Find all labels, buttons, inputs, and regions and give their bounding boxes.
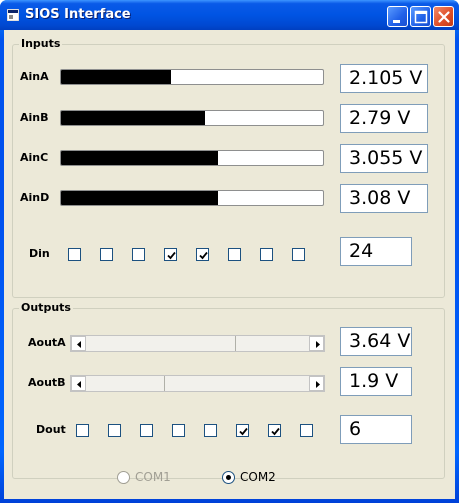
din-bit-6-checkbox[interactable] bbox=[260, 248, 273, 261]
ain-c-label: AinC bbox=[20, 151, 49, 164]
ain-c-bar-fill bbox=[61, 151, 219, 165]
ain-b-value: 2.79 V bbox=[340, 104, 428, 133]
ain-b-bar bbox=[60, 110, 324, 126]
dout-bit-7-checkbox[interactable] bbox=[300, 424, 313, 437]
dout-bit-5-checkbox[interactable] bbox=[236, 424, 249, 437]
ain-c-value: 3.055 V bbox=[340, 144, 428, 173]
check-icon bbox=[199, 251, 208, 260]
outputs-group: Outputs AoutA 3.64 V AoutB 1.9 V Dout 6 bbox=[12, 301, 445, 479]
dout-bit-2-checkbox[interactable] bbox=[140, 424, 153, 437]
dout-bit-1-checkbox[interactable] bbox=[108, 424, 121, 437]
ain-d-bar-fill bbox=[61, 191, 219, 205]
client-area: Inputs AinA 2.105 V AinB 2.79 V AinC 3.0… bbox=[4, 30, 455, 499]
dout-label: Dout bbox=[36, 423, 66, 436]
din-bit-3-checkbox[interactable] bbox=[164, 248, 177, 261]
aout-b-slider[interactable] bbox=[70, 375, 325, 392]
aout-a-left-arrow[interactable] bbox=[71, 336, 86, 351]
close-icon bbox=[438, 11, 450, 23]
aout-a-label: AoutA bbox=[28, 336, 66, 349]
minimize-button[interactable] bbox=[387, 6, 408, 27]
ain-a-bar-fill bbox=[61, 70, 172, 84]
ain-b-label: AinB bbox=[20, 111, 49, 124]
inputs-group-title: Inputs bbox=[19, 37, 63, 50]
check-icon bbox=[271, 427, 280, 436]
maximize-button[interactable] bbox=[410, 6, 431, 27]
minimize-icon bbox=[393, 20, 400, 23]
ain-d-label: AinD bbox=[20, 191, 50, 204]
din-bit-1-checkbox[interactable] bbox=[100, 248, 113, 261]
outputs-group-title: Outputs bbox=[19, 301, 73, 314]
dout-bit-3-checkbox[interactable] bbox=[172, 424, 185, 437]
maximize-icon bbox=[414, 10, 428, 24]
aout-b-left-arrow[interactable] bbox=[71, 376, 86, 391]
aout-b-label: AoutB bbox=[28, 376, 66, 389]
aout-a-slider[interactable] bbox=[70, 335, 325, 352]
din-label: Din bbox=[29, 247, 50, 260]
din-bit-7-checkbox[interactable] bbox=[292, 248, 305, 261]
dout-bit-6-checkbox[interactable] bbox=[268, 424, 281, 437]
com2-label: COM2 bbox=[240, 470, 276, 484]
dout-bit-4-checkbox[interactable] bbox=[204, 424, 217, 437]
window-title: SIOS Interface bbox=[25, 7, 131, 22]
aout-b-thumb[interactable] bbox=[164, 376, 166, 391]
aout-b-track[interactable] bbox=[86, 376, 309, 391]
dout-value: 6 bbox=[340, 415, 412, 444]
din-bit-4-checkbox[interactable] bbox=[196, 248, 209, 261]
ain-d-bar bbox=[60, 190, 324, 206]
ain-a-bar bbox=[60, 69, 324, 85]
com1-radio-circle[interactable] bbox=[117, 470, 130, 484]
ain-b-bar-fill bbox=[61, 111, 206, 125]
ain-d-value: 3.08 V bbox=[340, 184, 428, 213]
ain-a-value: 2.105 V bbox=[340, 64, 428, 93]
close-button[interactable] bbox=[433, 6, 454, 27]
arrow-right-icon bbox=[316, 341, 320, 348]
aout-b-value: 1.9 V bbox=[340, 367, 412, 396]
arrow-right-icon bbox=[316, 381, 320, 388]
com1-label: COM1 bbox=[135, 470, 171, 484]
din-bit-5-checkbox[interactable] bbox=[228, 248, 241, 261]
din-bit-0-checkbox[interactable] bbox=[68, 248, 81, 261]
aout-a-value: 3.64 V bbox=[340, 327, 412, 356]
check-icon bbox=[167, 251, 176, 260]
aout-a-track[interactable] bbox=[86, 336, 309, 351]
com1-radio[interactable]: COM1 bbox=[117, 470, 171, 484]
din-value: 24 bbox=[340, 237, 412, 266]
arrow-left-icon bbox=[77, 381, 81, 388]
com2-radio-circle[interactable] bbox=[222, 470, 235, 484]
aout-b-right-arrow[interactable] bbox=[309, 376, 324, 391]
din-bit-2-checkbox[interactable] bbox=[132, 248, 145, 261]
aout-a-right-arrow[interactable] bbox=[309, 336, 324, 351]
dout-bit-0-checkbox[interactable] bbox=[76, 424, 89, 437]
com2-radio[interactable]: COM2 bbox=[222, 470, 276, 484]
window-app-icon bbox=[7, 9, 19, 21]
arrow-left-icon bbox=[77, 341, 81, 348]
com2-radio-dot bbox=[226, 474, 231, 480]
aout-a-thumb[interactable] bbox=[235, 336, 237, 351]
title-bar[interactable]: SIOS Interface bbox=[0, 0, 459, 30]
inputs-group: Inputs AinA 2.105 V AinB 2.79 V AinC 3.0… bbox=[12, 37, 445, 298]
ain-c-bar bbox=[60, 150, 324, 166]
ain-a-label: AinA bbox=[20, 70, 49, 83]
check-icon bbox=[239, 427, 248, 436]
